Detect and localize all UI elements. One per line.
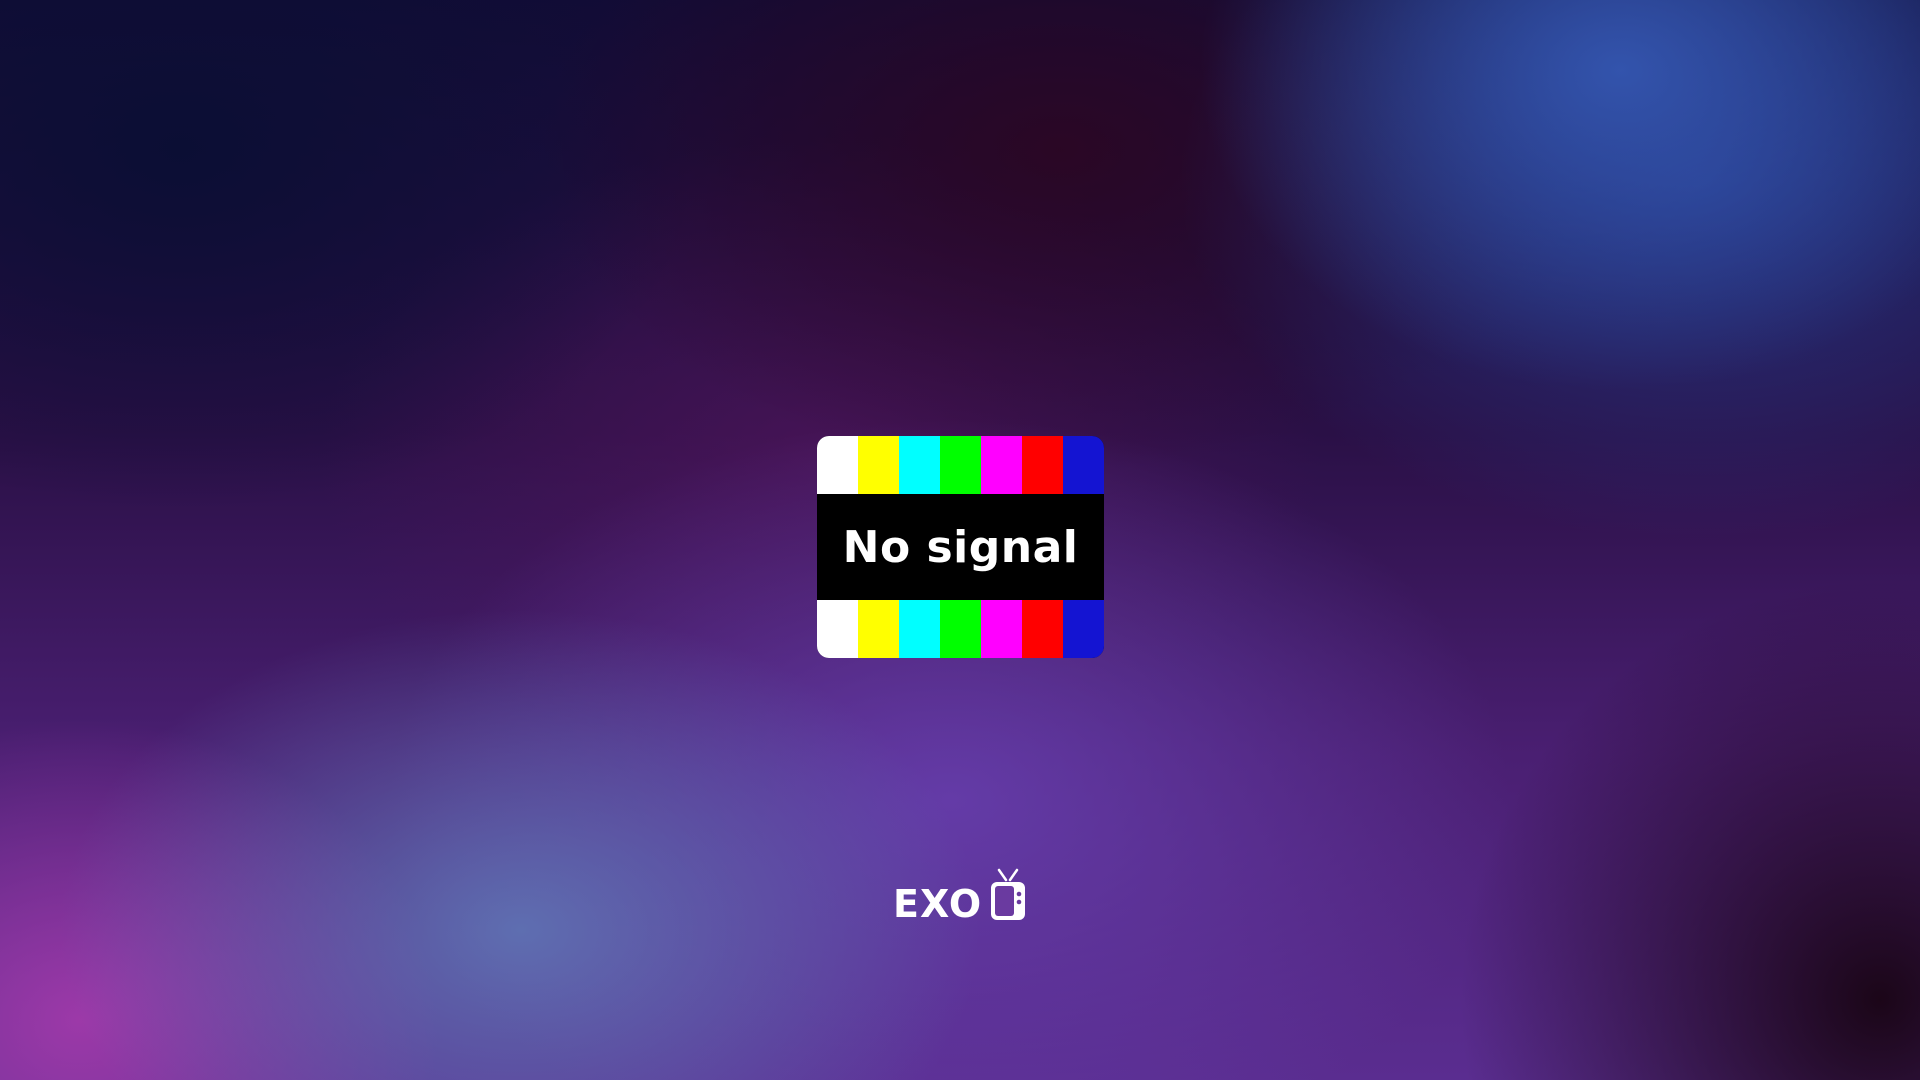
tv-icon: [991, 868, 1025, 920]
color-bar: [981, 436, 1022, 494]
color-bar: [858, 600, 899, 658]
color-bar: [817, 436, 858, 494]
color-bar: [1063, 436, 1104, 494]
no-signal-text: No signal: [842, 521, 1079, 573]
exo-logo: EXO: [893, 868, 1027, 926]
color-bar: [940, 600, 981, 658]
color-bar: [940, 436, 981, 494]
color-bars-top: [817, 436, 1104, 494]
color-bar: [1022, 600, 1063, 658]
logo-text: EXO: [893, 882, 983, 926]
color-bar: [817, 600, 858, 658]
color-bar: [899, 436, 940, 494]
no-signal-card: No signal: [817, 436, 1104, 658]
color-bar: [1022, 436, 1063, 494]
color-bar: [899, 600, 940, 658]
color-bar: [1063, 600, 1104, 658]
color-bar: [981, 600, 1022, 658]
color-bars-bottom: [817, 600, 1104, 658]
color-bar: [858, 436, 899, 494]
